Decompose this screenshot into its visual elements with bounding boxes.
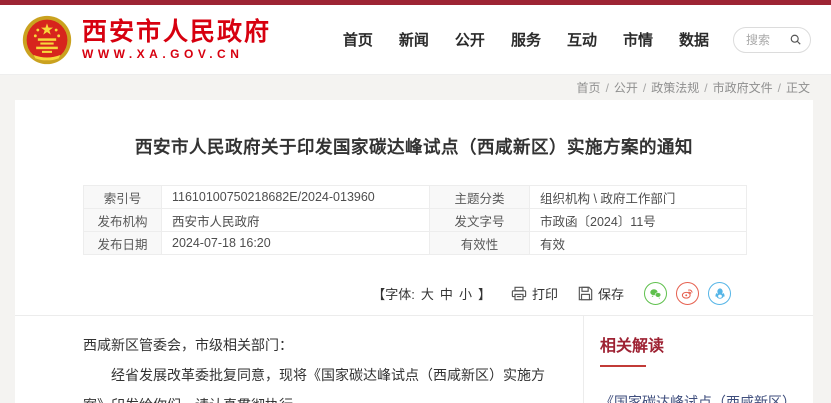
save-label: 保存 — [598, 284, 624, 303]
font-size-label-close: 】 — [478, 284, 491, 303]
site-header: 西安市人民政府 WWW.XA.GOV.CN 首页 新闻 公开 服务 互动 市情 … — [0, 5, 831, 75]
nav-item-interact[interactable]: 互动 — [567, 29, 597, 50]
meta-value-issuer: 西安市人民政府 — [162, 209, 430, 232]
breadcrumb-open[interactable]: 公开 — [614, 79, 638, 96]
nav-item-home[interactable]: 首页 — [343, 29, 373, 50]
nav-item-services[interactable]: 服务 — [511, 29, 541, 50]
font-size-medium[interactable]: 中 — [440, 284, 453, 303]
breadcrumb-separator: / — [778, 81, 781, 95]
related-interpretation-panel: 相关解读 《国家碳达峰试点（西咸新区）实施方案》政策解读 — [583, 316, 813, 403]
meta-value-validity: 有效 — [530, 232, 747, 255]
qq-icon — [713, 286, 727, 301]
nav-item-city[interactable]: 市情 — [623, 29, 653, 50]
table-row: 发布机构 西安市人民政府 发文字号 市政函〔2024〕11号 — [84, 209, 747, 232]
search-input[interactable] — [746, 33, 786, 47]
national-emblem-icon — [22, 15, 72, 65]
breadcrumb-current: 正文 — [786, 79, 810, 96]
search-icon[interactable] — [790, 33, 801, 46]
print-label: 打印 — [532, 284, 558, 303]
save-button[interactable]: 保存 — [578, 284, 624, 303]
breadcrumb-separator: / — [643, 81, 646, 95]
breadcrumb: 首页 / 公开 / 政策法规 / 市政府文件 / 正文 — [15, 75, 813, 100]
meta-label-topic: 主题分类 — [430, 186, 530, 209]
breadcrumb-documents[interactable]: 市政府文件 — [713, 79, 773, 96]
meta-label-issuer: 发布机构 — [84, 209, 162, 232]
article-toolbar: 【字体: 大 中 小 】 打印 保存 — [15, 281, 731, 305]
main-nav: 首页 新闻 公开 服务 互动 市情 数据 — [343, 29, 709, 50]
article-container: 西安市人民政府关于印发国家碳达峰试点（西咸新区）实施方案的通知 索引号 1161… — [15, 100, 813, 403]
related-panel-underline — [600, 365, 646, 367]
breadcrumb-separator: / — [704, 81, 707, 95]
printer-icon — [511, 286, 527, 301]
document-body: 西咸新区管委会，市级相关部门： 经省发展改革委批复同意，现将《国家碳达峰试点（西… — [15, 316, 583, 403]
nav-item-open[interactable]: 公开 — [455, 29, 485, 50]
save-icon — [578, 286, 593, 301]
share-buttons — [644, 282, 731, 305]
site-logo[interactable]: 西安市人民政府 WWW.XA.GOV.CN — [22, 15, 271, 65]
breadcrumb-policies[interactable]: 政策法规 — [651, 79, 699, 96]
table-row: 发布日期 2024-07-18 16:20 有效性 有效 — [84, 232, 747, 255]
site-name: 西安市人民政府 — [82, 18, 271, 46]
search-box[interactable] — [733, 27, 811, 53]
font-size-small[interactable]: 小 — [459, 284, 472, 303]
related-interpretation-link[interactable]: 《国家碳达峰试点（西咸新区）实施方案》政策解读 — [600, 387, 803, 403]
font-size-large[interactable]: 大 — [421, 284, 434, 303]
meta-value-index-no: 11610100750218682E/2024-013960 — [162, 186, 430, 209]
document-meta-table: 索引号 11610100750218682E/2024-013960 主题分类 … — [83, 185, 747, 255]
weibo-icon — [680, 286, 695, 301]
meta-value-topic: 组织机构 \ 政府工作部门 — [530, 186, 747, 209]
meta-label-index-no: 索引号 — [84, 186, 162, 209]
font-size-label-open: 【字体: — [372, 284, 415, 303]
related-panel-title: 相关解读 — [600, 332, 803, 356]
share-weibo-button[interactable] — [676, 282, 699, 305]
breadcrumb-separator: / — [606, 81, 609, 95]
share-qq-button[interactable] — [708, 282, 731, 305]
meta-label-pub-date: 发布日期 — [84, 232, 162, 255]
share-wechat-button[interactable] — [644, 282, 667, 305]
nav-item-news[interactable]: 新闻 — [399, 29, 429, 50]
print-button[interactable]: 打印 — [511, 284, 558, 303]
breadcrumb-home[interactable]: 首页 — [577, 79, 601, 96]
meta-value-pub-date: 2024-07-18 16:20 — [162, 232, 430, 255]
site-url: WWW.XA.GOV.CN — [82, 46, 271, 62]
meta-label-validity: 有效性 — [430, 232, 530, 255]
page-title: 西安市人民政府关于印发国家碳达峰试点（西咸新区）实施方案的通知 — [15, 134, 813, 159]
body-paragraph: 经省发展改革委批复同意，现将《国家碳达峰试点（西咸新区）实施方案》印发给你们，请… — [83, 360, 561, 403]
table-row: 索引号 11610100750218682E/2024-013960 主题分类 … — [84, 186, 747, 209]
body-salutation: 西咸新区管委会，市级相关部门： — [83, 330, 561, 360]
nav-item-data[interactable]: 数据 — [679, 29, 709, 50]
font-size-widget: 【字体: 大 中 小 】 — [372, 284, 491, 303]
wechat-icon — [648, 286, 663, 301]
meta-label-doc-number: 发文字号 — [430, 209, 530, 232]
meta-value-doc-number: 市政函〔2024〕11号 — [530, 209, 747, 232]
